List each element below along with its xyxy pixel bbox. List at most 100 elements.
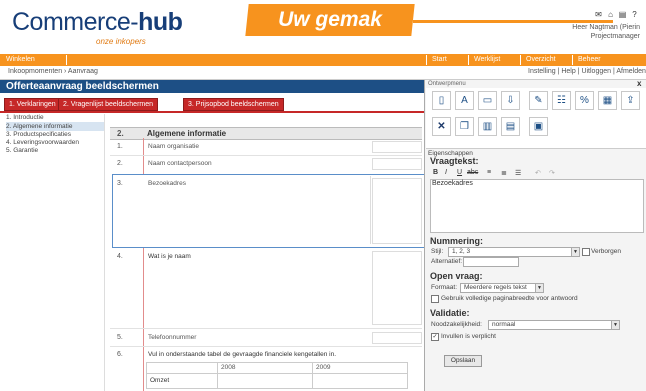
table-header-2009: 2009: [316, 364, 331, 371]
account-links[interactable]: Instelling | Help | Uitloggen | Afmelden: [528, 68, 646, 75]
question-label: Vul in onderstaande tabel de gevraagde f…: [148, 351, 337, 358]
table-icon[interactable]: ▦: [598, 91, 617, 110]
close-icon[interactable]: x: [637, 79, 641, 88]
doc-icon[interactable]: ▣: [529, 117, 548, 136]
header-icons: ✉ ⌂ ▤ ?: [594, 10, 639, 19]
breadcrumb[interactable]: Inkoopmomenten › Aanvraag: [8, 68, 98, 75]
left-nav-item[interactable]: 2. Algemene informatie: [6, 123, 102, 131]
naam-textarea[interactable]: [372, 251, 422, 325]
home-icon[interactable]: ⌂: [606, 10, 615, 19]
question-label: Wat is je naam: [148, 253, 191, 260]
print-icon[interactable]: ▤: [618, 10, 627, 19]
noodzakelijkheid-value: normaal: [492, 321, 516, 328]
noodzakelijkheid-label: Noodzakelijkheid:: [431, 321, 482, 328]
percent-icon[interactable]: %: [575, 91, 594, 110]
logo-text-2: hub: [138, 8, 183, 36]
banner-line: [413, 20, 613, 23]
row-divider: [110, 155, 422, 156]
stijl-select[interactable]: 1, 2, 3: [448, 247, 580, 257]
volledige-breedte-label: Gebruik volledige paginabreedte voor ant…: [441, 295, 578, 302]
nav-item-beheer[interactable]: Beheer: [578, 54, 601, 66]
save-button[interactable]: Opslaan: [444, 355, 482, 367]
noodzakelijkheid-select[interactable]: normaal: [488, 320, 620, 330]
question-number: 3.: [117, 180, 123, 187]
section-title: Algemene informatie: [147, 129, 227, 138]
upload-icon[interactable]: ⇩: [501, 91, 520, 110]
left-nav-item[interactable]: 1. Introductie: [6, 114, 102, 122]
logo-text-1: Commerce-: [12, 8, 139, 36]
left-nav-item[interactable]: 5. Garantie: [6, 147, 102, 155]
text-icon[interactable]: A: [455, 91, 474, 110]
question-number: 5.: [117, 334, 123, 341]
textbox-icon[interactable]: ▭: [478, 91, 497, 110]
mail-icon[interactable]: ✉: [594, 10, 603, 19]
section-number: 2.: [117, 129, 124, 138]
user-name: Heer Nagtman (Pierin: [572, 24, 640, 31]
chevron-down-icon[interactable]: ▼: [571, 248, 579, 256]
align-icon[interactable]: ☰: [515, 169, 521, 177]
redo-icon[interactable]: ↷: [549, 169, 555, 177]
nav-separator: [468, 55, 469, 65]
nummering-heading: Nummering:: [430, 236, 484, 246]
row-divider: [110, 328, 422, 329]
nav-item-werklijst[interactable]: Werklijst: [474, 54, 500, 66]
question-label: Telefoonnummer: [148, 334, 197, 341]
undo-icon[interactable]: ↶: [535, 169, 541, 177]
grid-icon[interactable]: ☷: [552, 91, 571, 110]
left-nav-item[interactable]: 3. Productspecificaties: [6, 131, 102, 139]
delete-icon[interactable]: ✕: [432, 117, 451, 136]
chart-icon[interactable]: ▥: [478, 117, 497, 136]
logo[interactable]: Commerce-hub: [12, 8, 183, 37]
organisatie-input[interactable]: [372, 141, 422, 153]
italic-icon[interactable]: I: [445, 169, 447, 176]
chevron-down-icon[interactable]: ▼: [535, 284, 543, 292]
table-row-cell: Omzet: [146, 373, 218, 389]
design-panel-title: Ontwerpmenu: [428, 81, 466, 87]
help-icon[interactable]: ?: [630, 10, 639, 19]
underline-icon[interactable]: U: [457, 169, 462, 176]
stijl-label: Stijl:: [431, 248, 444, 255]
logout-link[interactable]: Afmelden: [616, 68, 646, 75]
alternatief-input[interactable]: [463, 257, 519, 267]
nav-item-start[interactable]: Start: [432, 54, 447, 66]
question-number: 1.: [117, 143, 123, 150]
edit-icon[interactable]: ✎: [529, 91, 548, 110]
numbered-list-icon[interactable]: ≣: [501, 169, 507, 177]
left-nav: 1. Introductie 2. Algemene informatie 3.…: [6, 114, 104, 391]
nav-item-overzicht[interactable]: Overzicht: [526, 54, 556, 66]
strikethrough-icon[interactable]: abc: [467, 169, 478, 176]
question-text-editor[interactable]: [430, 179, 644, 233]
table-header-2008: 2008: [221, 364, 236, 371]
table-input-2009[interactable]: [312, 373, 408, 389]
formaat-select[interactable]: Meerdere regels tekst: [460, 283, 544, 293]
table-row-label: Omzet: [150, 377, 170, 384]
open-vraag-heading: Open vraag:: [430, 271, 483, 281]
left-nav-item[interactable]: 4. Leveringsvoorwaarden: [6, 139, 102, 147]
formaat-value: Meerdere regels tekst: [464, 284, 527, 291]
list-icon[interactable]: ≡: [487, 169, 491, 176]
chart2-icon[interactable]: ▤: [501, 117, 520, 136]
nav-separator: [66, 55, 67, 65]
copy-icon[interactable]: ❐: [455, 117, 474, 136]
verborgen-checkbox[interactable]: [582, 248, 590, 256]
chevron-down-icon[interactable]: ▼: [611, 321, 619, 329]
contactpersoon-input[interactable]: [372, 158, 422, 170]
table-input-2008[interactable]: [217, 373, 313, 389]
row-divider: [110, 346, 422, 347]
verplicht-checkbox[interactable]: ✓: [431, 333, 439, 341]
tab-vragenlijst[interactable]: 2. Vragenlijst beeldschermen: [58, 98, 159, 111]
export-icon[interactable]: ⇪: [621, 91, 640, 110]
page-icon[interactable]: ▯: [432, 91, 451, 110]
nav-item-winkelen[interactable]: Winkelen: [6, 54, 35, 66]
tab-verklaringen[interactable]: 1. Verklaringen: [4, 98, 61, 111]
bold-icon[interactable]: B: [433, 169, 438, 176]
question-number: 4.: [117, 253, 123, 260]
volledige-breedte-checkbox[interactable]: [431, 295, 439, 303]
telefoon-input[interactable]: [372, 332, 422, 344]
page-title: Offerteaanvraag beeldschermen: [6, 81, 159, 92]
bezoekadres-textarea[interactable]: [372, 178, 422, 244]
tab-prijsopbod[interactable]: 3. Prijsopbod beeldschermen: [183, 98, 284, 111]
account-links-text[interactable]: Instelling | Help | Uitloggen: [528, 68, 611, 75]
question-label: Naam contactpersoon: [148, 160, 212, 167]
question-number: 2.: [117, 160, 123, 167]
